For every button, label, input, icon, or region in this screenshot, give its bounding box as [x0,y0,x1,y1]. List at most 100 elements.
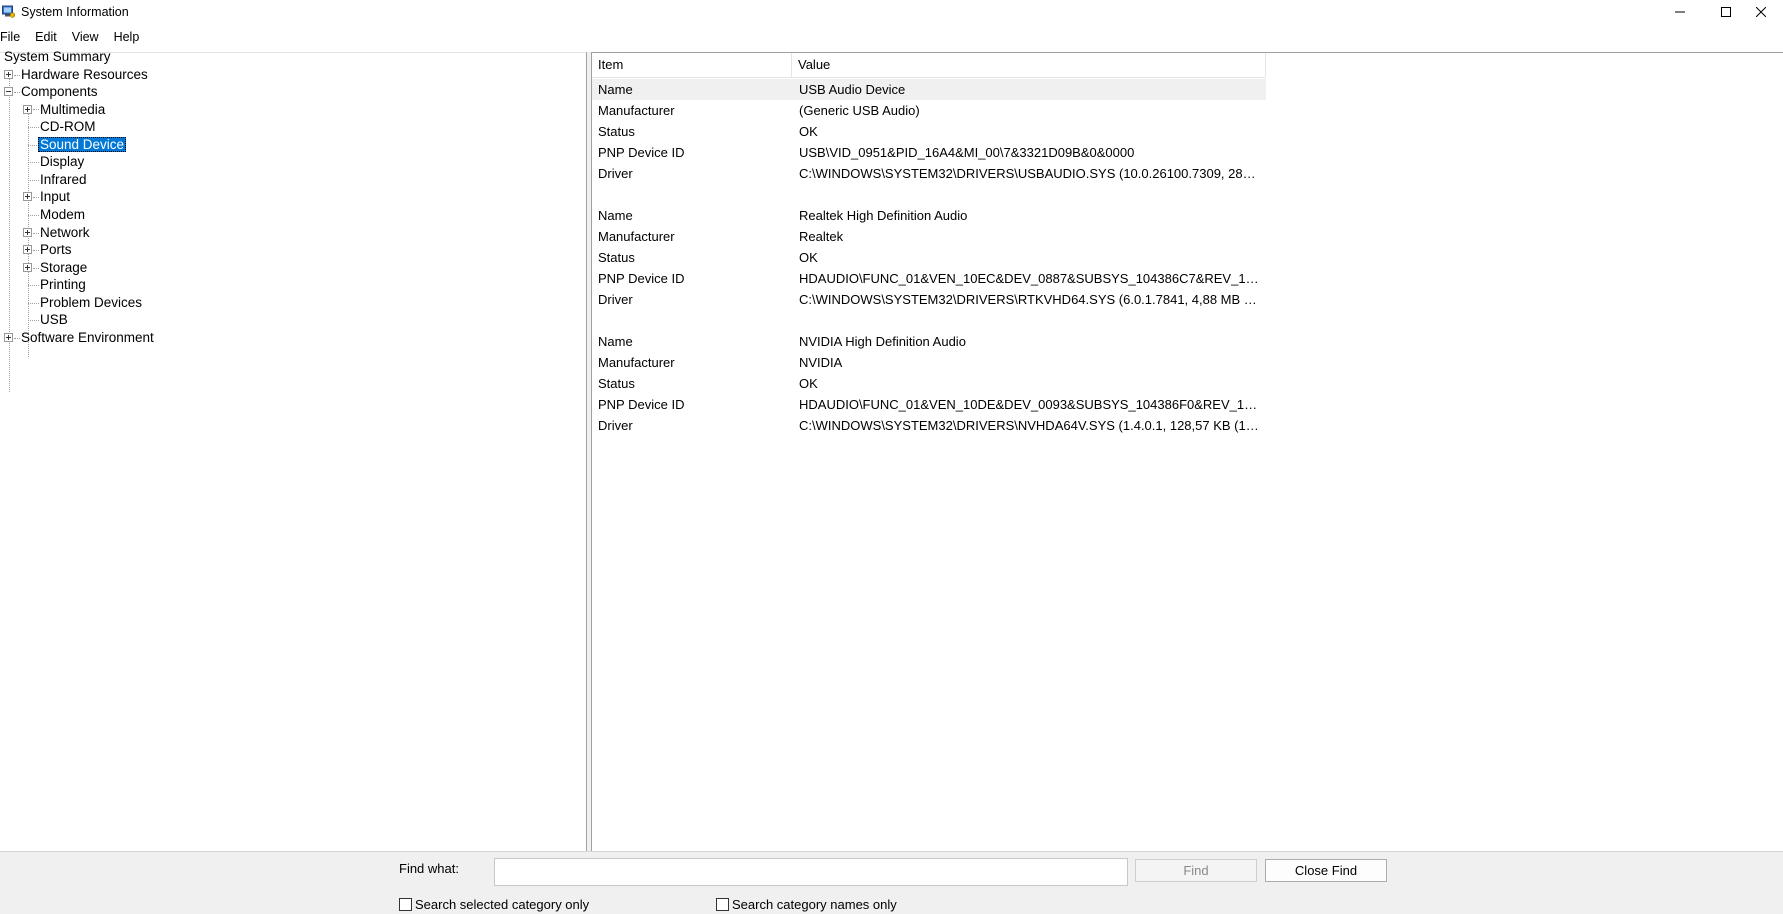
tree-item-ports[interactable]: Ports [0,240,200,260]
tree-item-cd-rom[interactable]: CD-ROM [0,117,200,137]
table-row[interactable]: Manufacturer NVIDIA [592,352,1266,373]
find-what-input[interactable] [494,858,1128,886]
tree-item-printing[interactable]: Printing [0,275,200,295]
collapse-minus-icon[interactable] [4,87,13,96]
menu-file[interactable]: File [0,27,20,47]
cell-value: C:\WINDOWS\SYSTEM32\DRIVERS\NVHDA64V.SYS… [799,418,1261,433]
cell-value: USB\VID_0951&PID_16A4&MI_00\7&3321D09B&0… [799,145,1135,160]
cell-item: Driver [598,166,633,181]
tree-item-system-summary[interactable]: System Summary [2,47,113,67]
cell-value: OK [799,124,818,139]
find-bar: Find what: Find Close Find Search select… [0,851,1783,914]
tree-item-label: Components [21,84,98,99]
tree-item-components[interactable]: Components [0,82,200,102]
cell-value: OK [799,376,818,391]
table-row[interactable]: Status OK [592,247,1266,268]
expand-plus-icon[interactable] [4,70,13,79]
cell-value: OK [799,250,818,265]
menu-edit[interactable]: Edit [35,27,57,47]
search-selected-category-option[interactable]: Search selected category only [399,897,589,912]
menu-view[interactable]: View [72,27,99,47]
search-selected-category-checkbox[interactable] [399,898,412,911]
table-row[interactable]: Status OK [592,373,1266,394]
table-row[interactable]: PNP Device ID HDAUDIO\FUNC_01&VEN_10EC&DE… [592,268,1266,289]
tree-item-label: Infrared [40,172,87,187]
cell-item: PNP Device ID [598,397,685,412]
list-header: Item Value [592,53,1266,78]
column-header-value[interactable]: Value [792,53,1266,78]
cell-item: Status [598,250,635,265]
cell-item: Status [598,124,635,139]
table-row-spacer [592,310,1266,331]
tree-item-label: CD-ROM [40,119,96,134]
table-row[interactable]: Driver C:\WINDOWS\SYSTEM32\DRIVERS\RTKVHD… [592,289,1266,310]
tree-item-display[interactable]: Display [0,152,200,172]
tree-item-label: Multimedia [40,102,106,117]
close-find-button[interactable]: Close Find [1265,859,1387,882]
close-icon [1756,7,1766,17]
tree-item-label: Sound Device [38,137,127,152]
expand-plus-icon[interactable] [23,192,32,201]
cell-value: Realtek High Definition Audio [799,208,968,223]
table-row[interactable]: Status OK [592,121,1266,142]
table-row[interactable]: Driver C:\WINDOWS\SYSTEM32\DRIVERS\USBAUD… [592,163,1266,184]
table-row[interactable]: PNP Device ID HDAUDIO\FUNC_01&VEN_10DE&DE… [592,394,1266,415]
expand-plus-icon[interactable] [4,333,13,342]
search-category-names-option[interactable]: Search category names only [716,897,897,912]
tree-item-label: System Summary [4,49,111,64]
cell-item: PNP Device ID [598,271,685,286]
menu-bar: File Edit View Help [0,27,1783,47]
details-list[interactable]: Item Value Name USB Audio Device Manufactu… [591,52,1783,851]
tree-item-label: Display [40,154,85,169]
cell-item: Driver [598,292,633,307]
system-information-icon [2,5,15,18]
category-tree[interactable]: System Summary Hardware Resources Compon… [0,49,587,851]
table-row[interactable]: Name USB Audio Device [592,79,1266,100]
tree-item-label: Printing [40,277,86,292]
expand-plus-icon[interactable] [23,245,32,254]
cell-item: Name [598,208,633,223]
table-row[interactable]: PNP Device ID USB\VID_0951&PID_16A4&MI_00… [592,142,1266,163]
cell-value: USB Audio Device [799,82,906,97]
cell-value: HDAUDIO\FUNC_01&VEN_10EC&DEV_0887&SUBSYS… [799,271,1261,286]
search-selected-category-label: Search selected category only [415,897,590,912]
tree-item-usb[interactable]: USB [0,310,200,330]
tree-item-modem[interactable]: Modem [0,205,200,225]
cell-item: Name [598,82,633,97]
tree-item-input[interactable]: Input [0,187,200,207]
table-row[interactable]: Name Realtek High Definition Audio [592,205,1266,226]
cell-value: HDAUDIO\FUNC_01&VEN_10DE&DEV_0093&SUBSYS… [799,397,1261,412]
table-row[interactable]: Manufacturer Realtek [592,226,1266,247]
cell-item: PNP Device ID [598,145,685,160]
close-window-button[interactable] [1739,0,1783,24]
tree-item-software-environment[interactable]: Software Environment [0,328,200,348]
column-header-item[interactable]: Item [592,53,792,78]
cell-item: Manufacturer [598,229,675,244]
cell-item: Driver [598,418,633,433]
table-row-spacer [592,184,1266,205]
window-title: System Information [21,5,129,19]
tree-item-label: USB [40,312,68,327]
minimize-button[interactable] [1658,0,1702,24]
table-row[interactable]: Manufacturer (Generic USB Audio) [592,100,1266,121]
tree-item-label: Network [40,225,90,240]
menu-help[interactable]: Help [114,27,140,47]
find-button[interactable]: Find [1135,859,1257,882]
search-category-names-label: Search category names only [732,897,897,912]
cell-value: Realtek [799,229,844,244]
expand-plus-icon[interactable] [23,228,32,237]
expand-plus-icon[interactable] [23,263,32,272]
cell-item: Manufacturer [598,103,675,118]
maximize-icon [1721,7,1731,17]
tree-item-label: Hardware Resources [21,67,148,82]
table-row[interactable]: Name NVIDIA High Definition Audio [592,331,1266,352]
title-bar: System Information [0,0,1783,24]
table-row[interactable]: Driver C:\WINDOWS\SYSTEM32\DRIVERS\NVHDA6… [592,415,1266,436]
expand-plus-icon[interactable] [23,105,32,114]
tree-item-label: Ports [40,242,72,257]
cell-item: Name [598,334,633,349]
cell-value: C:\WINDOWS\SYSTEM32\DRIVERS\RTKVHD64.SYS… [799,292,1261,307]
tree-item-label: Software Environment [21,330,154,345]
cell-value: C:\WINDOWS\SYSTEM32\DRIVERS\USBAUDIO.SYS… [799,166,1261,181]
search-category-names-checkbox[interactable] [716,898,729,911]
